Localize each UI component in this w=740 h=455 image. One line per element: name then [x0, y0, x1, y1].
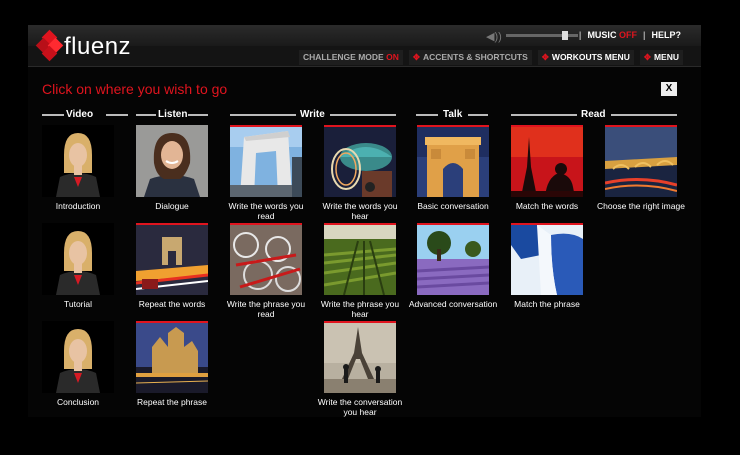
- tile-caption: Tutorial: [63, 299, 93, 309]
- tile-caption: Conclusion: [56, 397, 100, 407]
- section-write: Write: [230, 109, 396, 120]
- help-link[interactable]: HELP?: [651, 30, 681, 40]
- tile-caption: Repeat the words: [138, 299, 206, 309]
- menu-button[interactable]: ✥ MENU: [639, 50, 683, 65]
- section-read: Read: [511, 109, 677, 120]
- tile-dialogue[interactable]: Dialogue: [136, 125, 208, 211]
- tile-caption: Choose the right image: [597, 201, 685, 211]
- tile-repeat-words[interactable]: Repeat the words: [136, 223, 208, 309]
- tile-caption: Write the words you read: [228, 201, 304, 221]
- tile-caption: Advanced conversation: [408, 299, 498, 309]
- tile-caption: Introduction: [55, 201, 101, 211]
- tile-caption: Dialogue: [155, 201, 189, 211]
- red-cube-icon: ✥: [541, 52, 549, 62]
- tile-tutorial[interactable]: Tutorial: [42, 223, 114, 309]
- tile-match-phrase[interactable]: Match the phrase: [511, 223, 583, 309]
- tile-caption: Write the phrase you hear: [320, 299, 400, 319]
- presenter-image: [42, 223, 114, 295]
- top-links: | MUSIC OFF | HELP?: [579, 30, 681, 40]
- separator: |: [642, 30, 646, 40]
- presenter-image: [42, 125, 114, 197]
- paris-traffic-image: [136, 223, 208, 295]
- cube-logo-icon: [35, 29, 64, 62]
- flag-image: [511, 223, 583, 295]
- tile-caption: Match the phrase: [514, 299, 580, 309]
- section-label-write: Write: [300, 109, 325, 120]
- bicycles-image: [230, 223, 302, 295]
- challenge-state: ON: [386, 52, 399, 62]
- music-label: MUSIC: [587, 30, 617, 40]
- tile-caption: Basic conversation: [417, 201, 489, 211]
- section-listen: Listen: [136, 109, 208, 120]
- page-heading: Click on where you wish to go: [42, 81, 228, 97]
- workouts-menu-button[interactable]: ✥ WORKOUTS MENU: [537, 50, 634, 65]
- section-talk: Talk: [416, 109, 488, 120]
- bridge-night-image: [605, 125, 677, 197]
- tile-match-words[interactable]: Match the words: [511, 125, 583, 211]
- tile-choose-image[interactable]: Choose the right image: [597, 125, 685, 211]
- tile-caption: Write the conversation you hear: [317, 397, 403, 417]
- eiffel-sunset-image: [511, 125, 583, 197]
- section-label-read: Read: [581, 109, 606, 120]
- red-cube-icon: ✥: [412, 52, 420, 62]
- eiffel-couple-image: [324, 321, 396, 393]
- chateau-night-image: [136, 321, 208, 393]
- tile-caption: Write the words you hear: [322, 201, 398, 221]
- separator: |: [578, 30, 582, 40]
- fluenz-logo[interactable]: fluenz: [35, 29, 132, 64]
- tile-caption: Write the phrase you read: [226, 299, 306, 319]
- volume-knob[interactable]: [562, 31, 568, 40]
- close-button[interactable]: X: [661, 82, 677, 96]
- vineyard-image: [324, 223, 396, 295]
- volume-slider[interactable]: [506, 31, 578, 40]
- main-menu: CHALLENGE MODE ON ✥ ACCENTS & SHORTCUTS ✥…: [298, 50, 683, 65]
- workouts-label: WORKOUTS MENU: [551, 52, 630, 62]
- tile-caption: Repeat the phrase: [137, 397, 207, 407]
- tile-write-conversation-hear[interactable]: Write the conversation you hear: [318, 321, 402, 417]
- tile-caption: Match the words: [515, 201, 579, 211]
- red-cube-icon: ✥: [643, 52, 651, 62]
- lavender-field-image: [417, 223, 489, 295]
- tile-repeat-phrase[interactable]: Repeat the phrase: [136, 321, 208, 407]
- accents-label: ACCENTS & SHORTCUTS: [422, 52, 528, 62]
- menu-label: MENU: [653, 52, 679, 62]
- dialogue-image: [136, 125, 208, 197]
- tile-advanced-conversation[interactable]: Advanced conversation: [409, 223, 497, 309]
- tile-write-words-hear[interactable]: Write the words you hear: [323, 125, 397, 221]
- carousel-image: [324, 125, 396, 197]
- challenge-mode-button[interactable]: CHALLENGE MODE ON: [298, 50, 403, 65]
- tile-conclusion[interactable]: Conclusion: [42, 321, 114, 407]
- logo-text: fluenz: [64, 33, 132, 60]
- section-label-video: Video: [66, 109, 94, 120]
- presenter-image: [42, 321, 114, 393]
- music-state: OFF: [618, 30, 637, 40]
- tile-write-words-read[interactable]: Write the words you read: [229, 125, 303, 221]
- fluenz-app: fluenz ◀)) | MUSIC OFF | HELP? CHALLENGE…: [28, 25, 701, 417]
- speaker-icon[interactable]: ◀)): [486, 30, 502, 43]
- tile-basic-conversation[interactable]: Basic conversation: [417, 125, 489, 211]
- section-label-talk: Talk: [443, 109, 463, 120]
- grande-arche-image: [230, 125, 302, 197]
- tile-introduction[interactable]: Introduction: [42, 125, 114, 211]
- arc-de-triomphe-image: [417, 125, 489, 197]
- tile-write-phrase-hear[interactable]: Write the phrase you hear: [321, 223, 399, 319]
- music-toggle[interactable]: MUSIC OFF: [587, 30, 637, 40]
- section-label-listen: Listen: [158, 109, 188, 120]
- challenge-label: CHALLENGE MODE: [302, 52, 384, 62]
- tile-write-phrase-read[interactable]: Write the phrase you read: [227, 223, 305, 319]
- accents-shortcuts-button[interactable]: ✥ ACCENTS & SHORTCUTS: [408, 50, 532, 65]
- section-video: Video: [42, 109, 128, 120]
